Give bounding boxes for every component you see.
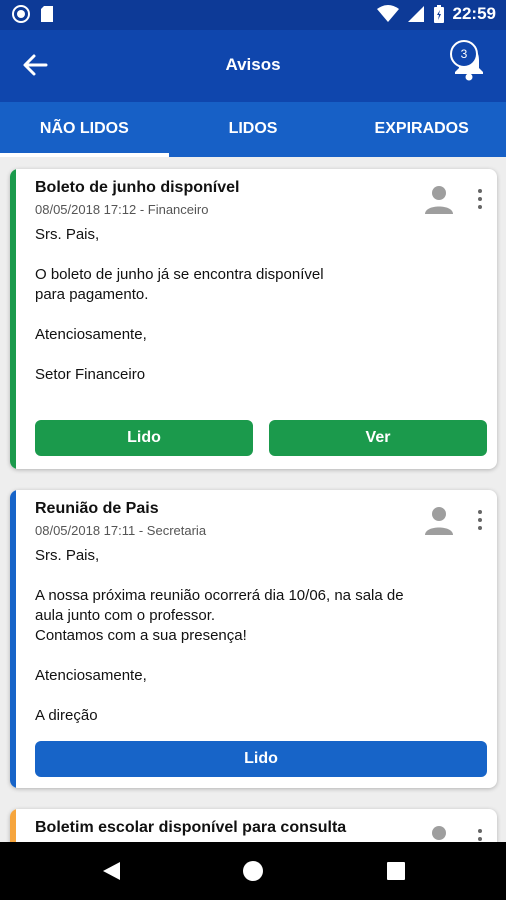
notice-paragraph: A direção: [35, 707, 98, 724]
notice-body: Srs. Pais, O boleto de junho já se encon…: [35, 225, 485, 385]
person-icon: [432, 826, 446, 840]
notice-status-stripe: [10, 169, 16, 469]
system-nav-bar: [0, 842, 506, 900]
notification-badge[interactable]: 3: [450, 40, 478, 68]
view-button[interactable]: Ver: [269, 420, 487, 456]
notice-status-stripe: [10, 809, 16, 842]
notice-card[interactable]: Boleto de junho disponível 08/05/2018 17…: [10, 169, 497, 469]
notice-meta: 08/05/2018 17:12 - Financeiro: [35, 202, 209, 217]
tab-lidos[interactable]: LIDOS: [169, 102, 338, 157]
notice-card[interactable]: Reunião de Pais 08/05/2018 17:11 - Secre…: [10, 490, 497, 788]
page-title: Avisos: [225, 55, 281, 74]
notice-paragraph: A nossa próxima reunião ocorrerá dia 10/…: [35, 587, 404, 644]
status-bar: 22:59: [0, 0, 506, 30]
nav-home-icon[interactable]: [242, 860, 264, 882]
sd-card-icon: [41, 6, 53, 22]
signal-icon: [407, 6, 424, 22]
notice-title: Boletim escolar disponível para consulta: [35, 819, 347, 836]
notice-title: Boleto de junho disponível: [35, 179, 240, 196]
mark-read-button[interactable]: Lido: [35, 420, 253, 456]
nav-back-icon[interactable]: [100, 860, 122, 882]
tab-bar: NÃO LIDOS LIDOS EXPIRADOS: [0, 102, 506, 157]
notice-paragraph: Atenciosamente,: [35, 326, 147, 343]
nav-recents-icon[interactable]: [385, 860, 407, 882]
more-options-icon[interactable]: [477, 189, 483, 209]
notice-actions: Lido Ver: [35, 420, 487, 456]
more-options-icon[interactable]: [477, 510, 483, 530]
more-options-icon[interactable]: [477, 829, 483, 842]
wifi-icon: [376, 5, 399, 22]
notification-circle-icon: [12, 5, 30, 23]
notice-paragraph: Setor Financeiro: [35, 366, 146, 383]
notice-title: Reunião de Pais: [35, 500, 159, 517]
notice-actions: Lido: [35, 741, 487, 777]
notice-meta: 08/05/2018 17:11 - Secretaria: [35, 523, 207, 538]
person-icon: [425, 507, 453, 535]
battery-icon: [433, 5, 444, 23]
app-bar: Avisos 3: [0, 30, 506, 102]
mark-read-button[interactable]: Lido: [35, 741, 487, 777]
clock: 22:59: [452, 4, 496, 23]
notice-list[interactable]: Boleto de junho disponível 08/05/2018 17…: [0, 157, 506, 842]
tab-expirados[interactable]: EXPIRADOS: [337, 102, 506, 157]
tab-nao-lidos[interactable]: NÃO LIDOS: [0, 102, 169, 157]
notice-card[interactable]: Boletim escolar disponível para consulta: [10, 809, 497, 842]
notice-paragraph: Srs. Pais,: [35, 547, 100, 564]
notice-status-stripe: [10, 490, 16, 788]
notice-body: Srs. Pais, A nossa próxima reunião ocorr…: [35, 546, 485, 726]
person-icon: [425, 186, 453, 214]
notice-paragraph: Atenciosamente,: [35, 667, 147, 684]
notice-paragraph: Srs. Pais,: [35, 226, 100, 243]
notice-paragraph: O boleto de junho já se encontra disponí…: [35, 266, 324, 303]
